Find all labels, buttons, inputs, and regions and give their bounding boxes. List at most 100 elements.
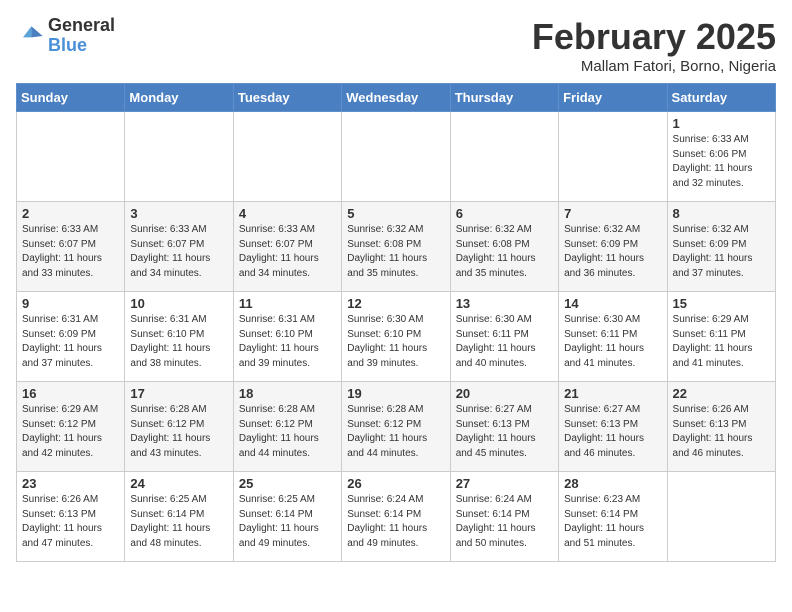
day-number: 4 <box>239 206 336 221</box>
day-number: 20 <box>456 386 553 401</box>
day-number: 5 <box>347 206 444 221</box>
day-number: 1 <box>673 116 770 131</box>
calendar-cell: 16 Sunrise: 6:29 AM Sunset: 6:12 PM Dayli… <box>17 382 125 472</box>
day-number: 28 <box>564 476 661 491</box>
calendar-week-row: 1Sunrise: 6:33 AM Sunset: 6:06 PM Daylig… <box>17 112 776 202</box>
day-info: Sunrise: 6:30 AM Sunset: 6:11 PM Dayligh… <box>456 313 553 371</box>
weekday-header: Friday <box>559 84 667 112</box>
day-number: 9 <box>22 296 119 311</box>
day-info: Sunrise: 6:31 AM Sunset: 6:09 PM Dayligh… <box>22 313 119 371</box>
calendar-cell <box>342 112 450 202</box>
calendar-week-row: 2 Sunrise: 6:33 AM Sunset: 6:07 PM Daylig… <box>17 202 776 292</box>
calendar-cell <box>559 112 667 202</box>
day-info: Sunrise: 6:26 AM Sunset: 6:13 PM Dayligh… <box>22 493 119 551</box>
day-info: Sunrise: 6:28 AM Sunset: 6:12 PM Dayligh… <box>347 403 444 461</box>
day-info: Sunrise: 6:28 AM Sunset: 6:12 PM Dayligh… <box>130 403 227 461</box>
day-info: Sunrise: 6:32 AM Sunset: 6:09 PM Dayligh… <box>673 223 770 281</box>
calendar-cell: 4Sunrise: 6:33 AM Sunset: 6:07 PM Daylig… <box>233 202 341 292</box>
calendar-cell <box>233 112 341 202</box>
calendar-cell: 2 Sunrise: 6:33 AM Sunset: 6:07 PM Daylig… <box>17 202 125 292</box>
month-title: February 2025 <box>532 16 776 58</box>
day-number: 3 <box>130 206 227 221</box>
calendar-cell: 1Sunrise: 6:33 AM Sunset: 6:06 PM Daylig… <box>667 112 775 202</box>
day-info: Sunrise: 6:26 AM Sunset: 6:13 PM Dayligh… <box>673 403 770 461</box>
logo-icon <box>16 22 44 50</box>
weekday-header: Monday <box>125 84 233 112</box>
day-number: 24 <box>130 476 227 491</box>
day-info: Sunrise: 6:24 AM Sunset: 6:14 PM Dayligh… <box>347 493 444 551</box>
logo-blue: Blue <box>48 36 115 56</box>
calendar-cell: 27 Sunrise: 6:24 AM Sunset: 6:14 PM Dayli… <box>450 472 558 562</box>
logo-general: General <box>48 16 115 36</box>
calendar-cell: 12Sunrise: 6:30 AM Sunset: 6:10 PM Dayli… <box>342 292 450 382</box>
calendar-cell <box>17 112 125 202</box>
weekday-header-row: SundayMondayTuesdayWednesdayThursdayFrid… <box>17 84 776 112</box>
calendar-cell: 10 Sunrise: 6:31 AM Sunset: 6:10 PM Dayli… <box>125 292 233 382</box>
day-info: Sunrise: 6:32 AM Sunset: 6:09 PM Dayligh… <box>564 223 661 281</box>
day-number: 21 <box>564 386 661 401</box>
calendar-cell: 6 Sunrise: 6:32 AM Sunset: 6:08 PM Daylig… <box>450 202 558 292</box>
calendar-week-row: 9 Sunrise: 6:31 AM Sunset: 6:09 PM Daylig… <box>17 292 776 382</box>
calendar-cell: 11Sunrise: 6:31 AM Sunset: 6:10 PM Dayli… <box>233 292 341 382</box>
calendar-cell: 28Sunrise: 6:23 AM Sunset: 6:14 PM Dayli… <box>559 472 667 562</box>
calendar-cell <box>667 472 775 562</box>
calendar-cell: 9 Sunrise: 6:31 AM Sunset: 6:09 PM Daylig… <box>17 292 125 382</box>
weekday-header: Thursday <box>450 84 558 112</box>
day-number: 6 <box>456 206 553 221</box>
weekday-header: Sunday <box>17 84 125 112</box>
day-number: 25 <box>239 476 336 491</box>
calendar-week-row: 16 Sunrise: 6:29 AM Sunset: 6:12 PM Dayli… <box>17 382 776 472</box>
calendar-cell: 20 Sunrise: 6:27 AM Sunset: 6:13 PM Dayli… <box>450 382 558 472</box>
calendar-cell: 14Sunrise: 6:30 AM Sunset: 6:11 PM Dayli… <box>559 292 667 382</box>
day-number: 2 <box>22 206 119 221</box>
day-info: Sunrise: 6:29 AM Sunset: 6:12 PM Dayligh… <box>22 403 119 461</box>
weekday-header: Saturday <box>667 84 775 112</box>
calendar-cell: 24 Sunrise: 6:25 AM Sunset: 6:14 PM Dayli… <box>125 472 233 562</box>
day-number: 27 <box>456 476 553 491</box>
day-number: 18 <box>239 386 336 401</box>
day-number: 11 <box>239 296 336 311</box>
day-number: 16 <box>22 386 119 401</box>
day-number: 26 <box>347 476 444 491</box>
calendar-cell <box>450 112 558 202</box>
calendar-cell <box>125 112 233 202</box>
day-info: Sunrise: 6:32 AM Sunset: 6:08 PM Dayligh… <box>456 223 553 281</box>
day-number: 7 <box>564 206 661 221</box>
day-number: 19 <box>347 386 444 401</box>
day-number: 8 <box>673 206 770 221</box>
calendar-cell: 13Sunrise: 6:30 AM Sunset: 6:11 PM Dayli… <box>450 292 558 382</box>
calendar-cell: 3Sunrise: 6:33 AM Sunset: 6:07 PM Daylig… <box>125 202 233 292</box>
calendar-cell: 23 Sunrise: 6:26 AM Sunset: 6:13 PM Dayli… <box>17 472 125 562</box>
day-info: Sunrise: 6:27 AM Sunset: 6:13 PM Dayligh… <box>564 403 661 461</box>
calendar-cell: 15 Sunrise: 6:29 AM Sunset: 6:11 PM Dayli… <box>667 292 775 382</box>
day-number: 23 <box>22 476 119 491</box>
day-info: Sunrise: 6:31 AM Sunset: 6:10 PM Dayligh… <box>130 313 227 371</box>
day-number: 17 <box>130 386 227 401</box>
page-header: General Blue February 2025 Mallam Fatori… <box>16 16 776 75</box>
day-info: Sunrise: 6:25 AM Sunset: 6:14 PM Dayligh… <box>130 493 227 551</box>
day-info: Sunrise: 6:33 AM Sunset: 6:07 PM Dayligh… <box>22 223 119 281</box>
calendar-cell: 21 Sunrise: 6:27 AM Sunset: 6:13 PM Dayli… <box>559 382 667 472</box>
day-info: Sunrise: 6:32 AM Sunset: 6:08 PM Dayligh… <box>347 223 444 281</box>
day-info: Sunrise: 6:27 AM Sunset: 6:13 PM Dayligh… <box>456 403 553 461</box>
day-info: Sunrise: 6:30 AM Sunset: 6:10 PM Dayligh… <box>347 313 444 371</box>
day-info: Sunrise: 6:29 AM Sunset: 6:11 PM Dayligh… <box>673 313 770 371</box>
location: Mallam Fatori, Borno, Nigeria <box>532 58 776 75</box>
calendar-cell: 18 Sunrise: 6:28 AM Sunset: 6:12 PM Dayli… <box>233 382 341 472</box>
calendar-cell: 26 Sunrise: 6:24 AM Sunset: 6:14 PM Dayli… <box>342 472 450 562</box>
day-number: 10 <box>130 296 227 311</box>
logo-text: General Blue <box>48 16 115 56</box>
day-info: Sunrise: 6:24 AM Sunset: 6:14 PM Dayligh… <box>456 493 553 551</box>
calendar-cell: 19 Sunrise: 6:28 AM Sunset: 6:12 PM Dayli… <box>342 382 450 472</box>
logo: General Blue <box>16 16 115 56</box>
title-block: February 2025 Mallam Fatori, Borno, Nige… <box>532 16 776 75</box>
calendar-cell: 7 Sunrise: 6:32 AM Sunset: 6:09 PM Daylig… <box>559 202 667 292</box>
day-info: Sunrise: 6:30 AM Sunset: 6:11 PM Dayligh… <box>564 313 661 371</box>
day-number: 22 <box>673 386 770 401</box>
weekday-header: Tuesday <box>233 84 341 112</box>
calendar-cell: 5 Sunrise: 6:32 AM Sunset: 6:08 PM Daylig… <box>342 202 450 292</box>
weekday-header: Wednesday <box>342 84 450 112</box>
day-number: 15 <box>673 296 770 311</box>
calendar-cell: 25Sunrise: 6:25 AM Sunset: 6:14 PM Dayli… <box>233 472 341 562</box>
day-info: Sunrise: 6:28 AM Sunset: 6:12 PM Dayligh… <box>239 403 336 461</box>
